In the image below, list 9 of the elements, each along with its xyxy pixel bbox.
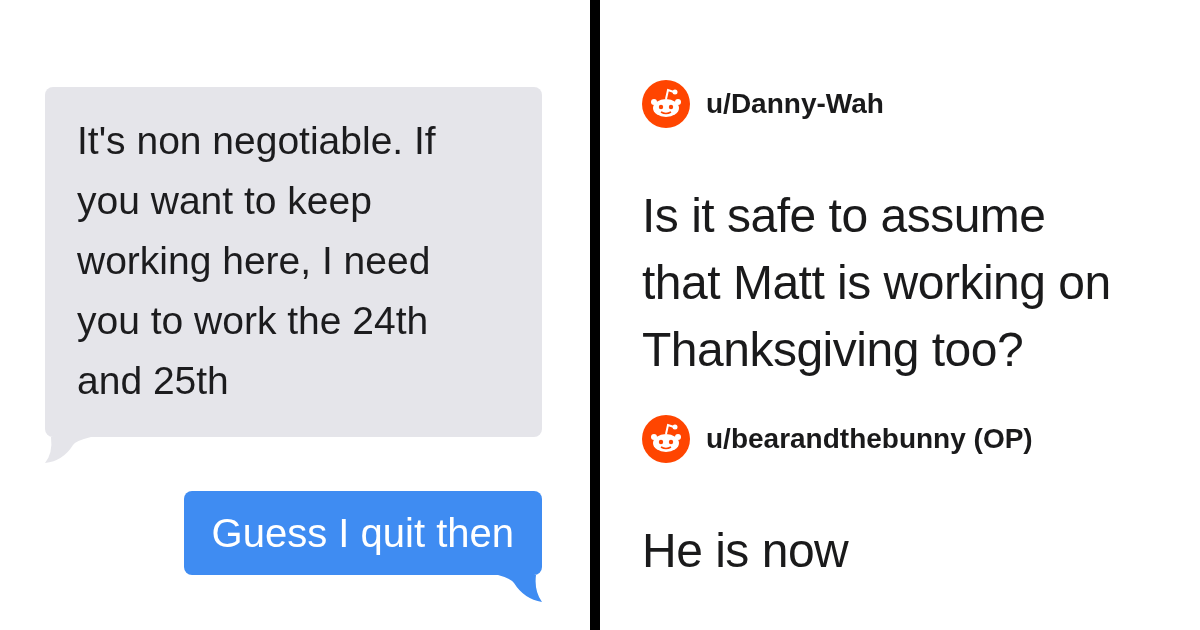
bubble-tail — [498, 575, 542, 602]
bubble-tail — [45, 437, 91, 463]
username[interactable]: u/Danny-Wah — [706, 83, 884, 125]
avatar-icon — [642, 80, 690, 128]
message-bubble: It's non negotiable. If you want to keep working here, I need you to work the 24th and 25th — [45, 87, 542, 437]
comment-text: He is now — [642, 523, 850, 579]
avatar-icon — [642, 415, 690, 463]
username[interactable]: u/bearandthebunny (OP) — [706, 418, 1033, 460]
comment-text: Is it safe to assume that Matt is working on Thanksgiving too? — [642, 188, 1112, 378]
